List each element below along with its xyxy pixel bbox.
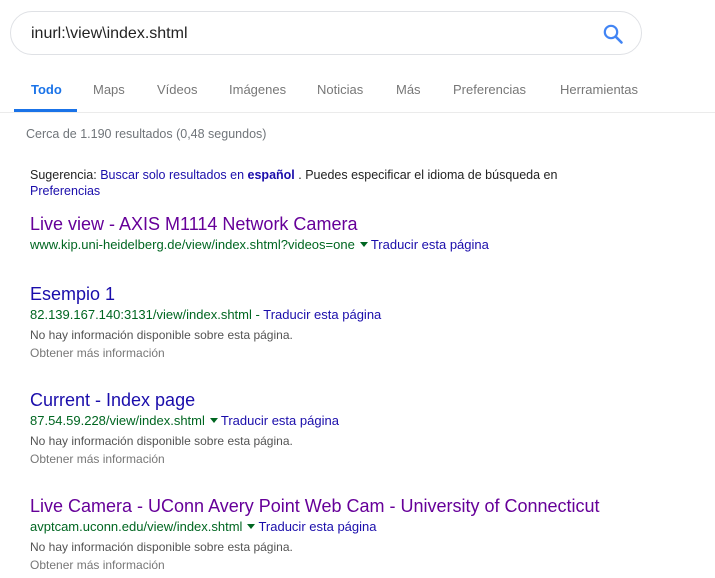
preferences-link[interactable]: Preferencias	[30, 184, 100, 198]
search-results-page: Todo Maps Vídeos Imágenes Noticias Más P…	[0, 0, 715, 578]
caret-down-icon[interactable]	[359, 242, 368, 248]
translate-link[interactable]: Traducir esta página	[371, 237, 489, 252]
tab-preferences[interactable]: Preferencias	[453, 82, 526, 97]
url-separator: -	[255, 307, 260, 322]
tab-maps[interactable]: Maps	[93, 82, 125, 97]
result-url: 82.139.167.140:3131/view/index.shtml	[30, 307, 252, 322]
result-snippet: No hay información disponible sobre esta…	[30, 540, 293, 554]
tab-more[interactable]: Más	[396, 82, 421, 97]
result-url: avptcam.uconn.edu/view/index.shtml	[30, 519, 243, 534]
result-url: www.kip.uni-heidelberg.de/view/index.sht…	[30, 237, 355, 252]
tab-images[interactable]: Imágenes	[229, 82, 286, 97]
search-result: Live Camera - UConn Avery Point Web Cam …	[30, 495, 690, 574]
search-result: Current - Index page 87.54.59.228/view/i…	[30, 389, 690, 468]
search-result: Esempio 1 82.139.167.140:3131/view/index…	[30, 283, 690, 362]
suggestion-prefix: Sugerencia:	[30, 168, 97, 182]
result-url-line: www.kip.uni-heidelberg.de/view/index.sht…	[30, 236, 690, 254]
more-info-link[interactable]: Obtener más información	[30, 556, 690, 574]
result-url-line: avptcam.uconn.edu/view/index.shtml Traduc…	[30, 518, 690, 536]
tab-tools[interactable]: Herramientas	[560, 82, 638, 97]
tab-videos[interactable]: Vídeos	[157, 82, 197, 97]
search-input[interactable]	[31, 22, 591, 46]
search-result: Live view - AXIS M1114 Network Camera ww…	[30, 213, 690, 254]
result-stats: Cerca de 1.190 resultados (0,48 segundos…	[26, 127, 267, 141]
result-title-link[interactable]: Live view - AXIS M1114 Network Camera	[30, 213, 690, 235]
translate-link[interactable]: Traducir esta página	[258, 519, 376, 534]
more-info-link[interactable]: Obtener más información	[30, 344, 690, 362]
result-title-link[interactable]: Live Camera - UConn Avery Point Web Cam …	[30, 495, 690, 517]
result-url-line: 87.54.59.228/view/index.shtml Traducir es…	[30, 412, 690, 430]
language-suggestion: Sugerencia: Buscar solo resultados en es…	[30, 167, 610, 199]
result-title-link[interactable]: Esempio 1	[30, 283, 690, 305]
result-url: 87.54.59.228/view/index.shtml	[30, 413, 205, 428]
tab-todo[interactable]: Todo	[31, 82, 62, 97]
tab-news[interactable]: Noticias	[317, 82, 363, 97]
language-name: español	[247, 168, 295, 182]
result-snippet: No hay información disponible sobre esta…	[30, 434, 293, 448]
language-filter-link[interactable]: Buscar solo resultados en español	[100, 168, 295, 182]
search-box[interactable]	[10, 11, 642, 55]
tab-bar: Todo Maps Vídeos Imágenes Noticias Más P…	[0, 72, 715, 113]
suggestion-middle-text: . Puedes especificar el idioma de búsque…	[298, 168, 558, 182]
result-title-link[interactable]: Current - Index page	[30, 389, 690, 411]
translate-link[interactable]: Traducir esta página	[263, 307, 381, 322]
translate-link[interactable]: Traducir esta página	[221, 413, 339, 428]
caret-down-icon[interactable]	[247, 524, 256, 530]
more-info-link[interactable]: Obtener más información	[30, 450, 690, 468]
result-url-line: 82.139.167.140:3131/view/index.shtml - T…	[30, 306, 690, 324]
result-snippet: No hay información disponible sobre esta…	[30, 328, 293, 342]
active-tab-indicator	[14, 109, 77, 112]
caret-down-icon[interactable]	[209, 418, 218, 424]
search-icon[interactable]	[601, 22, 625, 46]
